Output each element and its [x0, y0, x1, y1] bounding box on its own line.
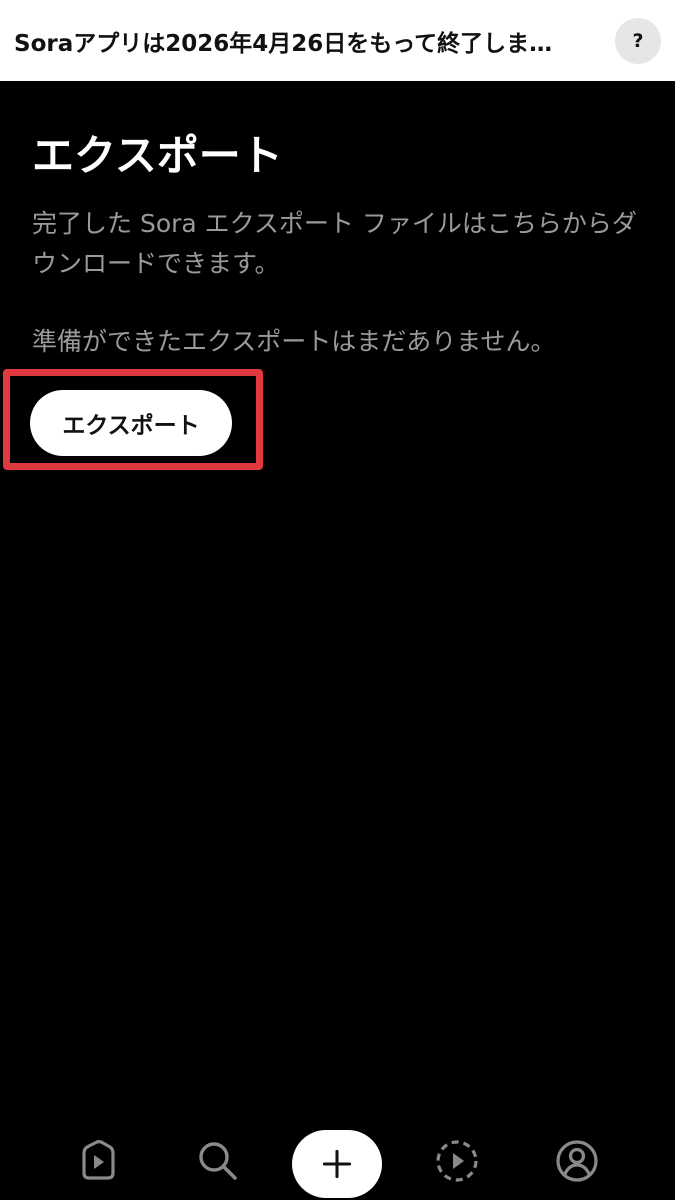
- drafts-play-icon: [436, 1140, 478, 1182]
- nav-search[interactable]: [190, 1133, 246, 1189]
- nav-profile[interactable]: [549, 1133, 605, 1189]
- create-button[interactable]: [292, 1130, 382, 1198]
- play-feed-icon: [82, 1140, 115, 1180]
- search-icon: [199, 1142, 237, 1180]
- nav-feed[interactable]: [69, 1133, 125, 1189]
- page-title: エクスポート: [32, 131, 283, 180]
- notice-banner[interactable]: Soraアプリは2026年4月26日をもって終了しま… ?: [0, 0, 675, 81]
- empty-state-message: 準備ができたエクスポートはまだありません。: [32, 327, 556, 356]
- screen: Soraアプリは2026年4月26日をもって終了しま… ? エクスポート 完了し…: [0, 0, 675, 1200]
- banner-text: Soraアプリは2026年4月26日をもって終了しま…: [14, 30, 553, 57]
- bottom-nav: [0, 1120, 675, 1200]
- nav-drafts[interactable]: [429, 1133, 485, 1189]
- page-description: 完了した Sora エクスポート ファイルはこちらからダウンロードできます。: [32, 209, 637, 278]
- plus-icon: [322, 1149, 352, 1179]
- export-section: エクスポート 完了した Sora エクスポート ファイルはこちらからダウンロード…: [32, 130, 652, 362]
- help-button[interactable]: ?: [615, 17, 661, 64]
- export-button[interactable]: エクスポート: [30, 390, 232, 456]
- profile-icon: [556, 1140, 598, 1182]
